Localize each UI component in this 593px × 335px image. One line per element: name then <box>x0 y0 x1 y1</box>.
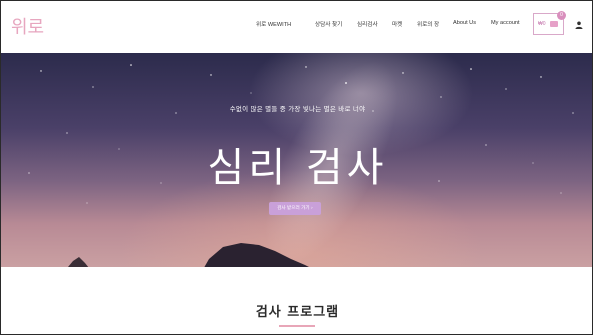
nav-item-psych-test[interactable]: 심리검사 <box>357 20 378 28</box>
page: 위로 위로 WEWITH 상담사 찾기 심리검사 마켓 위로의 장 About … <box>0 0 593 335</box>
small-rock-silhouette <box>68 257 89 267</box>
cart-icon <box>550 21 558 27</box>
cart-button[interactable]: ₩0 0 <box>533 11 566 35</box>
site-logo[interactable]: 위로 <box>11 13 44 39</box>
section-title: 검사 프로그램 <box>255 305 340 320</box>
nav-item-my-account[interactable]: My account <box>491 20 520 26</box>
cart-total: ₩0 <box>538 21 546 27</box>
nav-item-about-us[interactable]: About Us <box>453 20 476 26</box>
nav-item-find-counselor[interactable]: 상담사 찾기 <box>315 20 342 28</box>
hero-subtitle: 수없이 많은 별들 중 가장 빛나는 별은 바로 너야 <box>229 105 366 113</box>
nav-item-wewith[interactable]: 위로 WEWITH <box>256 20 291 28</box>
nav-item-forum[interactable]: 위로의 장 <box>417 20 439 28</box>
test-program-section: 검사 프로그램 <box>1 267 592 334</box>
rock-silhouette <box>204 243 309 267</box>
hero-title: 심리 검사 <box>207 145 388 191</box>
start-test-button[interactable]: 검사 받으러 가기 › <box>269 202 321 215</box>
section-underline <box>279 325 315 327</box>
nav-item-market[interactable]: 마켓 <box>392 20 402 28</box>
hero-banner: 수없이 많은 별들 중 가장 빛나는 별은 바로 너야 심리 검사 검사 받으러… <box>1 53 592 267</box>
user-icon[interactable] <box>575 21 583 29</box>
site-header: 위로 위로 WEWITH 상담사 찾기 심리검사 마켓 위로의 장 About … <box>1 1 592 53</box>
cart-count-badge: 0 <box>557 11 566 20</box>
